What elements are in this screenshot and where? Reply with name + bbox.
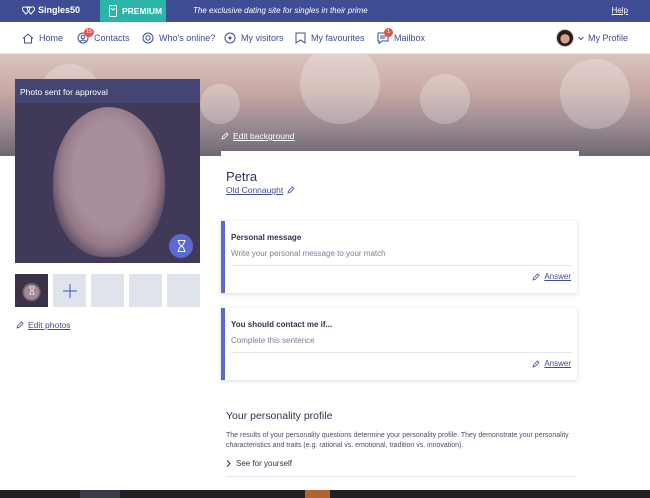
nav-contacts-label: Contacts xyxy=(94,33,130,43)
profile-name: Petra xyxy=(226,169,258,184)
edit-photos-label: Edit photos xyxy=(28,320,71,330)
photo-thumbnails xyxy=(15,274,200,307)
empty-photo-slot[interactable] xyxy=(129,274,162,307)
my-profile-menu[interactable]: My Profile xyxy=(555,22,628,54)
premium-icon xyxy=(109,5,117,17)
empty-photo-slot[interactable] xyxy=(91,274,124,307)
top-bar: Singles50 PREMIUM The exclusive dating s… xyxy=(0,0,650,22)
hourglass-icon xyxy=(28,286,35,295)
os-taskbar xyxy=(0,490,650,498)
card-title: You should contact me if... xyxy=(231,320,333,329)
edit-background-label: Edit background xyxy=(233,131,295,141)
chevron-right-icon xyxy=(226,460,231,467)
nav-whos-online-label: Who's online? xyxy=(159,33,216,43)
pencil-icon xyxy=(532,272,540,281)
nav-whos-online[interactable]: Who's online? xyxy=(142,22,215,54)
see-for-yourself-label: See for yourself xyxy=(236,459,293,468)
personal-message-card: Personal message Write your personal mes… xyxy=(221,221,577,293)
nav-mailbox[interactable]: Mailbox 1 xyxy=(377,22,425,54)
personality-title: Your personality profile xyxy=(226,410,333,422)
nav-home-label: Home xyxy=(39,33,64,43)
nav-my-visitors[interactable]: My visitors xyxy=(224,22,284,54)
premium-label: PREMIUM xyxy=(122,6,163,16)
nav-my-favourites-label: My favourites xyxy=(311,33,365,43)
hearts-logo-icon xyxy=(22,6,35,15)
nav-contacts[interactable]: Contacts 15 xyxy=(77,22,130,54)
personality-text: The results of your personality question… xyxy=(226,432,569,449)
nav-my-visitors-label: My visitors xyxy=(241,33,284,43)
see-for-yourself-link[interactable]: See for yourself xyxy=(226,459,292,468)
tagline: The exclusive dating site for singles in… xyxy=(193,6,368,15)
mailbox-badge: 1 xyxy=(384,28,393,37)
visitors-icon xyxy=(224,32,236,44)
nav-my-favourites[interactable]: My favourites xyxy=(295,22,365,54)
premium-tab[interactable]: PREMIUM xyxy=(100,0,166,22)
online-icon xyxy=(142,32,154,44)
my-profile-label: My Profile xyxy=(587,33,628,43)
nav-home[interactable]: Home xyxy=(22,22,63,54)
answer-button[interactable]: Answer xyxy=(532,272,571,281)
profile-location[interactable]: Old Connaught xyxy=(226,185,295,195)
home-icon xyxy=(22,32,34,43)
answer-label: Answer xyxy=(544,272,571,281)
pencil-icon xyxy=(532,359,540,368)
edit-background-link[interactable]: Edit background xyxy=(221,131,294,141)
card-placeholder[interactable]: Write your personal message to your matc… xyxy=(231,249,386,258)
site-logo[interactable]: Singles50 xyxy=(22,5,80,15)
chevron-down-icon xyxy=(578,36,584,40)
personality-section: Your personality profile The results of … xyxy=(226,410,578,451)
photo-status-label: Photo sent for approval xyxy=(15,79,200,103)
hourglass-icon xyxy=(177,240,185,252)
avatar xyxy=(555,29,574,47)
edit-photos-link[interactable]: Edit photos xyxy=(16,320,71,330)
pencil-icon xyxy=(16,321,24,329)
pencil-icon xyxy=(287,186,295,194)
profile-photo[interactable]: Photo sent for approval xyxy=(15,79,200,263)
empty-photo-slot[interactable] xyxy=(167,274,200,307)
logo-text: Singles50 xyxy=(38,5,81,15)
add-photo-button[interactable] xyxy=(53,274,86,307)
answer-label: Answer xyxy=(544,359,571,368)
pending-approval-button[interactable] xyxy=(169,234,193,258)
pencil-icon xyxy=(221,132,229,140)
favourites-icon xyxy=(295,32,306,44)
contact-me-if-card: You should contact me if... Complete thi… xyxy=(221,308,577,380)
photo-thumbnail[interactable] xyxy=(15,274,48,307)
help-link[interactable]: Help xyxy=(612,6,628,15)
location-label: Old Connaught xyxy=(226,185,284,195)
card-placeholder[interactable]: Complete this sentence xyxy=(231,336,315,345)
profile-header-card xyxy=(221,151,579,203)
card-title: Personal message xyxy=(231,233,302,242)
plus-icon xyxy=(62,283,77,298)
contacts-badge: 15 xyxy=(84,28,95,37)
main-nav: Home Contacts 15 Who's online? My visito… xyxy=(0,22,650,54)
answer-button[interactable]: Answer xyxy=(532,359,571,368)
nav-mailbox-label: Mailbox xyxy=(394,33,426,43)
